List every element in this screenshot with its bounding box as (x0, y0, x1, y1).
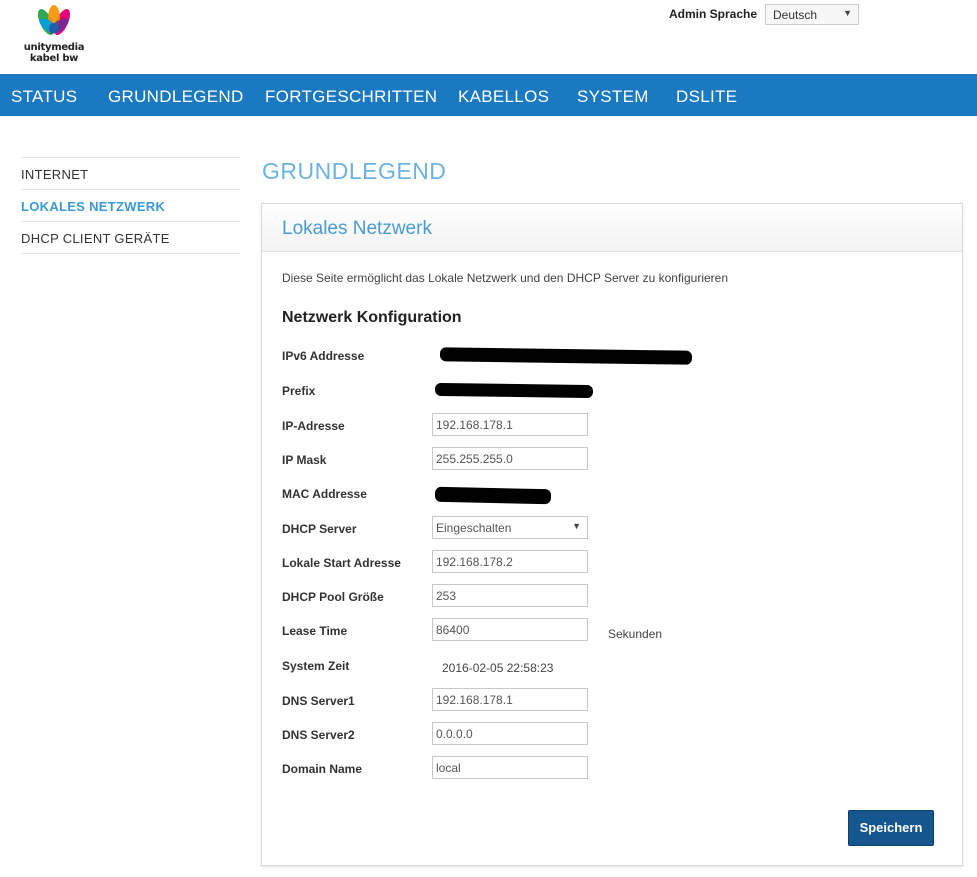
ip-mask-label: IP Mask (282, 453, 327, 467)
dhcp-server-value: Eingeschalten (436, 521, 512, 535)
ip-mask-input[interactable]: 255.255.255.0 (432, 447, 588, 470)
main-nav: STATUS GRUNDLEGEND FORTGESCHRITTEN KABEL… (0, 74, 977, 120)
mac-address-label: MAC Addresse (282, 487, 367, 501)
dhcp-server-label: DHCP Server (282, 522, 357, 536)
start-address-label: Lokale Start Adresse (282, 556, 401, 570)
admin-language-label: Admin Sprache (669, 7, 758, 21)
system-time-value: 2016-02-05 22:58:23 (442, 661, 554, 675)
brand-name: unitymedia (23, 42, 85, 53)
unitymedia-flower-icon (37, 5, 71, 35)
prefix-label: Prefix (282, 384, 316, 398)
admin-language-select[interactable]: Deutsch ▼ (765, 4, 859, 25)
config-panel: Lokales Netzwerk Diese Seite ermöglicht … (261, 203, 963, 866)
sidebar-item-lokales-netzwerk[interactable]: LOKALES NETZWERK (21, 189, 240, 220)
domain-name-label: Domain Name (282, 762, 363, 776)
admin-language-value: Deutsch (773, 8, 818, 22)
chevron-down-icon: ▼ (843, 8, 852, 18)
panel-description: Diese Seite ermöglicht das Lokale Netzwe… (282, 271, 728, 285)
brand-logo[interactable]: unitymedia kabel bw (22, 4, 86, 66)
sidebar-item-internet[interactable]: INTERNET (21, 157, 240, 188)
mac-redaction (434, 486, 552, 505)
lease-time-label: Lease Time (282, 624, 348, 638)
ipv6-label: IPv6 Addresse (282, 349, 365, 363)
brand-subname: kabel bw (29, 53, 79, 64)
dns-server2-input[interactable]: 0.0.0.0 (432, 722, 588, 745)
dns-server1-label: DNS Server1 (282, 694, 355, 708)
lease-time-input[interactable]: 86400 (432, 618, 588, 641)
lease-time-unit: Sekunden (608, 627, 663, 641)
prefix-redaction (434, 382, 594, 399)
panel-title: Lokales Netzwerk (282, 218, 432, 239)
nav-status[interactable]: STATUS (11, 87, 77, 107)
ip-address-label: IP-Adresse (282, 419, 345, 433)
ipv6-redaction (439, 347, 693, 365)
save-button[interactable]: Speichern (848, 810, 934, 846)
pool-size-input[interactable]: 253 (432, 584, 588, 607)
nav-kabellos[interactable]: KABELLOS (458, 87, 549, 107)
ip-address-input[interactable]: 192.168.178.1 (432, 413, 588, 436)
domain-name-input[interactable]: local (432, 756, 588, 779)
chevron-down-icon: ▼ (572, 521, 581, 531)
system-time-label: System Zeit (282, 659, 350, 673)
dns-server1-input[interactable]: 192.168.178.1 (432, 688, 588, 711)
nav-system[interactable]: SYSTEM (577, 87, 649, 107)
sidebar-divider (21, 253, 240, 254)
start-address-input[interactable]: 192.168.178.2 (432, 550, 588, 573)
panel-header: Lokales Netzwerk (262, 204, 962, 252)
nav-fortgeschritten[interactable]: FORTGESCHRITTEN (265, 87, 437, 107)
sidebar-item-dhcp-clients[interactable]: DHCP CLIENT GERÄTE (21, 221, 240, 252)
section-title: Netzwerk Konfiguration (282, 309, 462, 326)
pool-size-label: DHCP Pool Größe (282, 590, 384, 604)
nav-dslite[interactable]: DSLITE (676, 87, 737, 107)
dns-server2-label: DNS Server2 (282, 728, 355, 742)
dhcp-server-select[interactable]: Eingeschalten ▼ (432, 516, 588, 539)
nav-grundlegend[interactable]: GRUNDLEGEND (108, 87, 244, 120)
page-title: GRUNDLEGEND (262, 158, 447, 184)
